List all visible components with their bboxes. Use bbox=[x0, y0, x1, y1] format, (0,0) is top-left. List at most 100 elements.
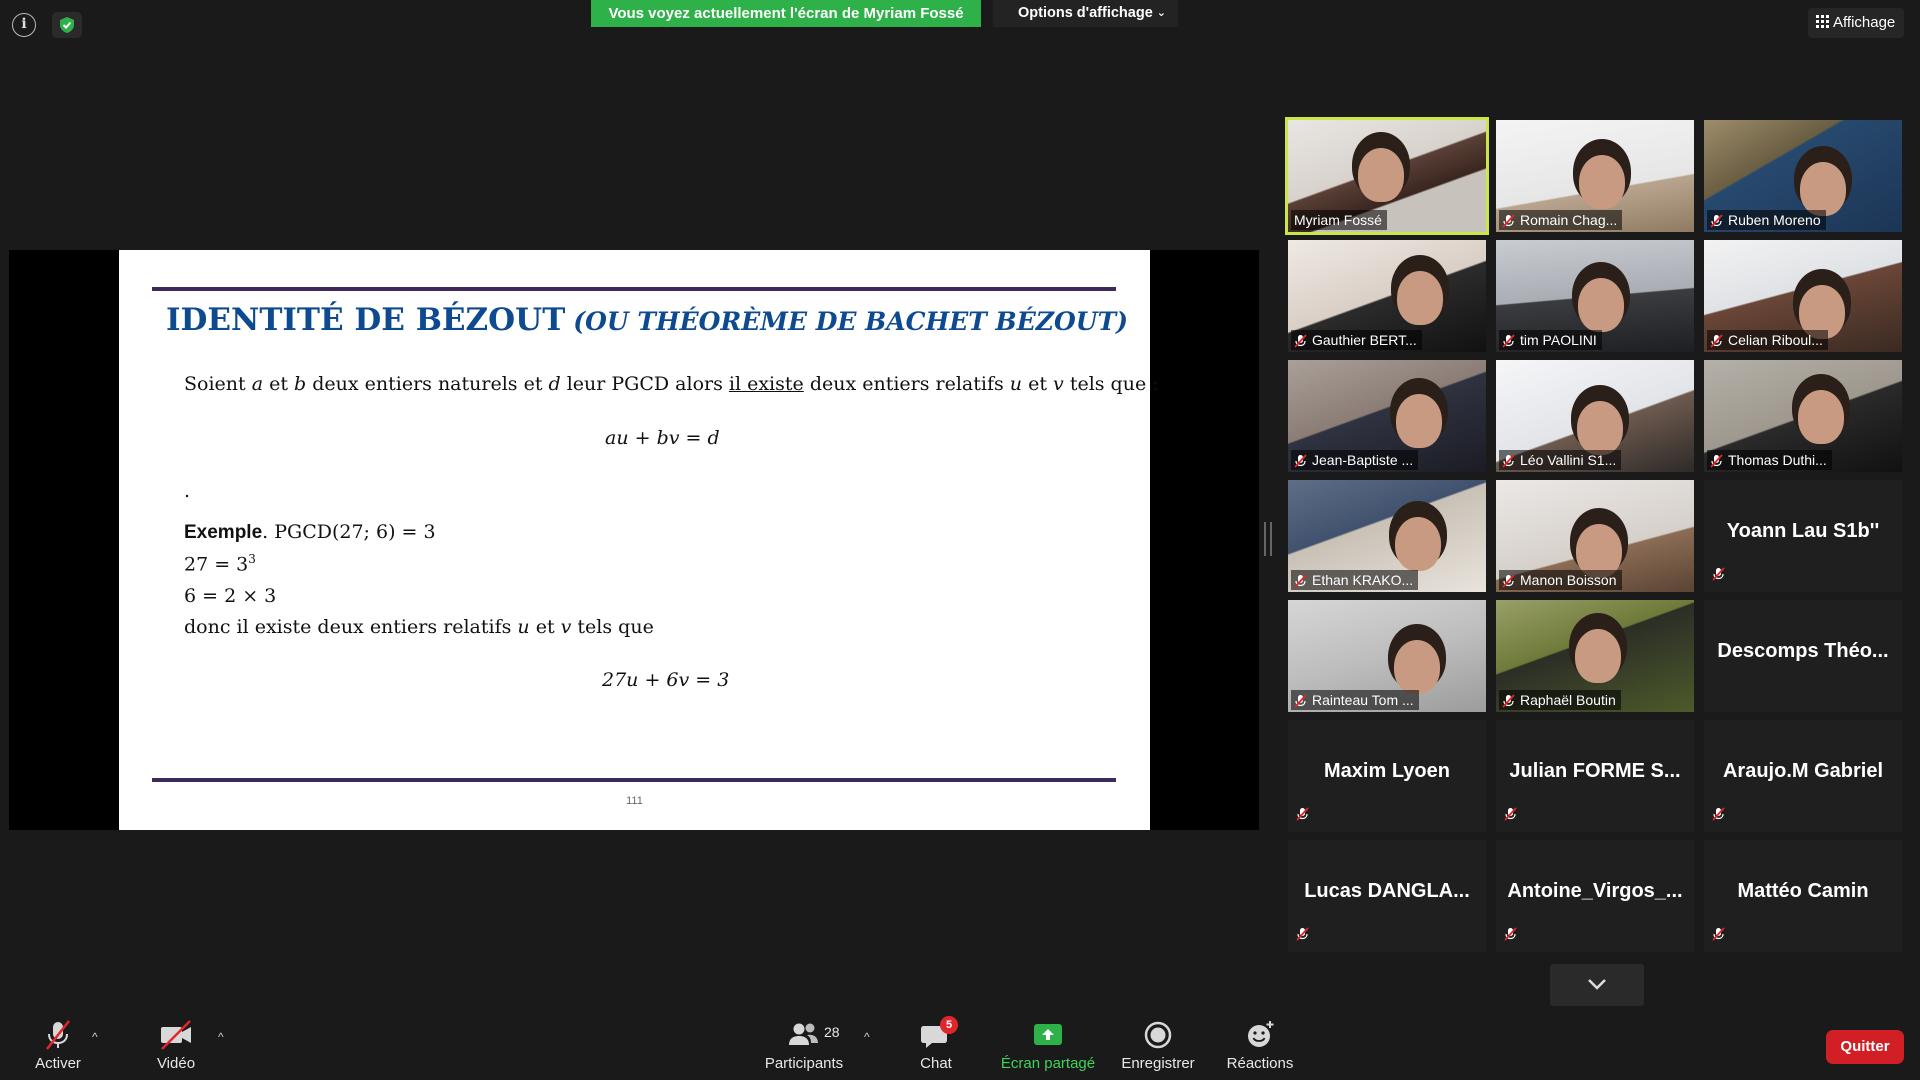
participant-tile[interactable]: Manon Boisson bbox=[1496, 480, 1694, 592]
participant-name-tag: Manon Boisson bbox=[1499, 570, 1622, 590]
participant-name-tag: Rainteau Tom ... bbox=[1291, 690, 1419, 710]
chat-button[interactable]: Chat 5 bbox=[910, 1016, 962, 1078]
video-options-caret-icon[interactable]: ^ bbox=[218, 1030, 224, 1044]
slide-title-main: IDENTITÉ DE BÉZOUT bbox=[166, 302, 566, 338]
participant-name: tim PAOLINI bbox=[1520, 332, 1597, 348]
share-screen-button[interactable]: Écran partagé bbox=[994, 1018, 1102, 1078]
record-icon bbox=[1144, 1021, 1172, 1049]
participant-name: Raphaël Boutin bbox=[1520, 692, 1616, 708]
slide-dot: . bbox=[184, 480, 191, 502]
participant-name: Thomas Duthi... bbox=[1728, 452, 1827, 468]
participant-tile[interactable]: Gauthier BERT... bbox=[1288, 240, 1486, 352]
participant-tile[interactable]: Thomas Duthi... bbox=[1704, 360, 1902, 472]
text-span: deux entiers relatifs bbox=[809, 373, 1004, 395]
microphone-muted-icon bbox=[1710, 453, 1723, 468]
participant-name-tag: Ruben Moreno bbox=[1707, 210, 1826, 230]
person-silhouette bbox=[1358, 148, 1404, 202]
leave-meeting-button[interactable]: Quitter bbox=[1826, 1030, 1904, 1064]
top-bar: i Vous voyez actuellement l'écran de Myr… bbox=[0, 0, 1920, 48]
var-v: v bbox=[1053, 373, 1064, 395]
participant-tile[interactable]: Antoine_Virgos_... bbox=[1496, 840, 1694, 952]
participant-tile[interactable]: Maxim Lyoen bbox=[1288, 720, 1486, 832]
audio-options-caret-icon[interactable]: ^ bbox=[92, 1030, 98, 1044]
participant-name: Ethan KRAKO... bbox=[1312, 572, 1414, 588]
slide-subtitle: (OU THÉORÈME DE BACHET BÉZOUT) bbox=[573, 307, 1129, 336]
slide-top-rule bbox=[152, 287, 1116, 291]
participant-name: Myriam Fossé bbox=[1294, 212, 1382, 228]
participant-tile[interactable]: Araujo.M Gabriel bbox=[1704, 720, 1902, 832]
microphone-muted-icon bbox=[1712, 567, 1725, 586]
record-button[interactable]: Enregistrer bbox=[1116, 1018, 1200, 1078]
info-icon[interactable]: i bbox=[12, 13, 36, 37]
participant-tile[interactable]: Raphaël Boutin bbox=[1496, 600, 1694, 712]
participant-tile[interactable]: Lucas DANGLA... bbox=[1288, 840, 1486, 952]
participant-tile[interactable]: Romain Chag... bbox=[1496, 120, 1694, 232]
video-label: Vidéo bbox=[156, 1055, 196, 1072]
reactions-label: Réactions bbox=[1226, 1055, 1294, 1072]
person-silhouette bbox=[1575, 629, 1621, 683]
participant-tile[interactable]: Ethan KRAKO... bbox=[1288, 480, 1486, 592]
person-silhouette bbox=[1396, 394, 1442, 448]
participant-name: Manon Boisson bbox=[1520, 572, 1617, 588]
microphone-muted-icon bbox=[1712, 927, 1725, 946]
microphone-muted-icon bbox=[1294, 333, 1307, 348]
gallery-next-page-button[interactable] bbox=[1550, 964, 1644, 1006]
participant-tile[interactable]: Yoann Lau S1b'' bbox=[1704, 480, 1902, 592]
person-silhouette bbox=[1577, 401, 1623, 455]
example-label: Exemple bbox=[184, 522, 263, 543]
participant-name-tag: Léo Vallini S1... bbox=[1499, 450, 1622, 470]
encryption-shield-icon[interactable] bbox=[52, 12, 82, 38]
participant-name-tag: Raphaël Boutin bbox=[1499, 690, 1621, 710]
participant-tile[interactable]: Ruben Moreno bbox=[1704, 120, 1902, 232]
donc-line: donc il existe deux entiers relatifs u e… bbox=[184, 616, 654, 638]
unmute-button[interactable]: Activer bbox=[20, 1018, 96, 1078]
gallery-view-button[interactable]: Affichage bbox=[1808, 8, 1904, 38]
participant-name: Rainteau Tom ... bbox=[1312, 692, 1414, 708]
participant-name-tag: Romain Chag... bbox=[1499, 210, 1623, 230]
text-span: et bbox=[1028, 373, 1047, 395]
participant-name-tag: Celian Riboul... bbox=[1707, 330, 1828, 350]
view-options-button[interactable]: Options d'affichage ⌄ bbox=[993, 0, 1178, 27]
person-silhouette bbox=[1800, 162, 1846, 216]
participant-tile[interactable]: Myriam Fossé bbox=[1285, 117, 1489, 235]
microphone-muted-icon bbox=[1294, 453, 1307, 468]
share-screen-label: Écran partagé bbox=[1000, 1055, 1096, 1072]
participant-tile[interactable]: Descomps Théo... bbox=[1704, 600, 1902, 712]
participant-name: Jean-Baptiste ... bbox=[1312, 452, 1414, 468]
participant-name-tag: Myriam Fossé bbox=[1291, 210, 1387, 230]
var-d: d bbox=[548, 373, 561, 395]
grid-icon bbox=[1816, 15, 1829, 29]
microphone-muted-icon bbox=[46, 1020, 70, 1050]
participant-tile[interactable]: Rainteau Tom ... bbox=[1288, 600, 1486, 712]
text-span: et bbox=[269, 373, 288, 395]
person-silhouette bbox=[1579, 155, 1625, 209]
var-v: v bbox=[560, 616, 572, 638]
participant-name-tag: Jean-Baptiste ... bbox=[1291, 450, 1419, 470]
video-off-icon bbox=[161, 1020, 191, 1050]
participant-name: Descomps Théo... bbox=[1717, 640, 1889, 662]
participant-tile[interactable]: Jean-Baptiste ... bbox=[1288, 360, 1486, 472]
reactions-button[interactable]: Réactions bbox=[1222, 1018, 1298, 1078]
record-label: Enregistrer bbox=[1121, 1055, 1195, 1072]
participants-options-caret-icon[interactable]: ^ bbox=[864, 1030, 870, 1044]
gallery-view-label: Affichage bbox=[1833, 14, 1896, 31]
microphone-muted-icon bbox=[1296, 807, 1309, 826]
participant-tile[interactable]: Celian Riboul... bbox=[1704, 240, 1902, 352]
microphone-muted-icon bbox=[1294, 693, 1307, 708]
participant-tile[interactable]: Léo Vallini S1... bbox=[1496, 360, 1694, 472]
split-view-handle[interactable] bbox=[1264, 522, 1272, 556]
text-span: leur PGCD alors bbox=[566, 373, 723, 395]
video-button[interactable]: Vidéo bbox=[148, 1018, 204, 1078]
participant-tile[interactable]: Mattéo Camin bbox=[1704, 840, 1902, 952]
participant-name-tag: tim PAOLINI bbox=[1499, 330, 1602, 350]
person-silhouette bbox=[1798, 390, 1844, 444]
microphone-muted-icon bbox=[1502, 693, 1515, 708]
participants-button[interactable]: Participants 28 bbox=[758, 1018, 850, 1078]
unmute-label: Activer bbox=[35, 1055, 81, 1072]
participant-tile[interactable]: Julian FORME S... bbox=[1496, 720, 1694, 832]
participant-name: Ruben Moreno bbox=[1728, 212, 1821, 228]
participants-label: Participants bbox=[764, 1055, 844, 1072]
shared-screen[interactable]: IDENTITÉ DE BÉZOUT (OU THÉORÈME DE BACHET… bbox=[9, 250, 1259, 830]
participant-tile[interactable]: tim PAOLINI bbox=[1496, 240, 1694, 352]
microphone-muted-icon bbox=[1502, 453, 1515, 468]
